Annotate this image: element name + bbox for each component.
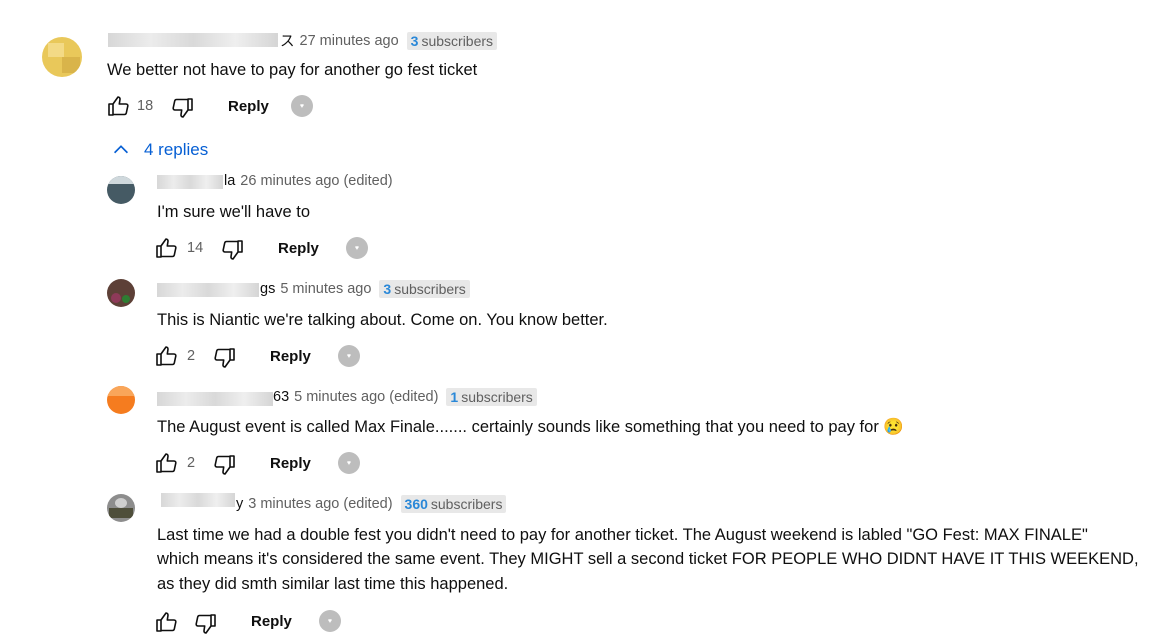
dislike-icon[interactable] xyxy=(213,453,237,477)
author-name[interactable]: la xyxy=(224,173,235,189)
like-icon[interactable] xyxy=(154,344,178,368)
author-name-redacted[interactable] xyxy=(161,493,235,507)
timestamp[interactable]: 5 minutes ago (edited) xyxy=(294,389,438,405)
reply-button[interactable]: Reply xyxy=(270,348,311,365)
like-count: 2 xyxy=(187,348,196,364)
timestamp[interactable]: 5 minutes ago xyxy=(280,281,371,297)
like-count: 18 xyxy=(137,98,154,114)
chevron-up-icon xyxy=(113,145,129,154)
avatar[interactable] xyxy=(107,279,135,307)
avatar[interactable] xyxy=(107,494,135,522)
author-name[interactable]: gs xyxy=(260,281,275,297)
dislike-icon[interactable] xyxy=(213,346,237,370)
creator-heart-icon: ♥ xyxy=(291,95,313,117)
subscriber-badge: 3 subscribers xyxy=(379,280,470,298)
reply-button[interactable]: Reply xyxy=(270,455,311,472)
subscriber-badge: 3 subscribers xyxy=(406,31,498,50)
dislike-icon[interactable] xyxy=(194,612,218,636)
like-count: 2 xyxy=(187,455,196,471)
dislike-icon[interactable] xyxy=(171,96,195,120)
creator-heart-icon: ♥ xyxy=(338,345,360,367)
reply-button[interactable]: Reply xyxy=(278,240,319,257)
creator-heart-icon: ♥ xyxy=(346,237,368,259)
reply-button[interactable]: Reply xyxy=(228,98,269,115)
timestamp[interactable]: 3 minutes ago (edited) xyxy=(248,496,392,512)
like-count: 14 xyxy=(187,240,204,256)
timestamp[interactable]: 26 minutes ago (edited) xyxy=(240,173,392,189)
comment-text: I'm sure we'll have to xyxy=(157,203,311,221)
subscriber-badge: 1 subscribers xyxy=(446,388,537,406)
avatar[interactable] xyxy=(107,176,135,204)
like-icon[interactable] xyxy=(154,451,178,475)
author-name-redacted[interactable] xyxy=(157,392,273,406)
author-name-redacted[interactable] xyxy=(108,33,278,47)
avatar[interactable] xyxy=(107,386,135,414)
comment-text-line: Last time we had a double fest you didn'… xyxy=(157,526,1088,544)
like-icon[interactable] xyxy=(154,610,178,634)
comment-text-line: as they did smth similar last time this … xyxy=(157,575,509,593)
author-name[interactable]: 63 xyxy=(273,389,289,405)
avatar[interactable] xyxy=(42,37,82,77)
author-name-redacted[interactable] xyxy=(157,283,259,297)
comment-text: The August event is called Max Finale...… xyxy=(157,418,904,436)
author-name-redacted[interactable] xyxy=(157,175,223,189)
creator-heart-icon: ♥ xyxy=(338,452,360,474)
author-name[interactable]: y xyxy=(236,496,243,512)
like-icon[interactable] xyxy=(106,94,130,118)
comment-text-line: which means it's considered the same eve… xyxy=(157,550,1139,568)
dislike-icon[interactable] xyxy=(221,238,245,262)
subscriber-badge: 360 subscribers xyxy=(400,495,507,513)
comment-text: We better not have to pay for another go… xyxy=(107,61,478,79)
replies-count: 4 replies xyxy=(144,140,209,159)
timestamp[interactable]: 27 minutes ago xyxy=(300,33,399,49)
replies-toggle-button[interactable]: 4 replies xyxy=(110,139,208,161)
comment-text: This is Niantic we're talking about. Com… xyxy=(157,311,608,329)
creator-heart-icon: ♥ xyxy=(319,610,341,632)
reply-button[interactable]: Reply xyxy=(251,613,292,630)
like-icon[interactable] xyxy=(154,236,178,260)
author-name[interactable]: ス xyxy=(280,30,295,51)
